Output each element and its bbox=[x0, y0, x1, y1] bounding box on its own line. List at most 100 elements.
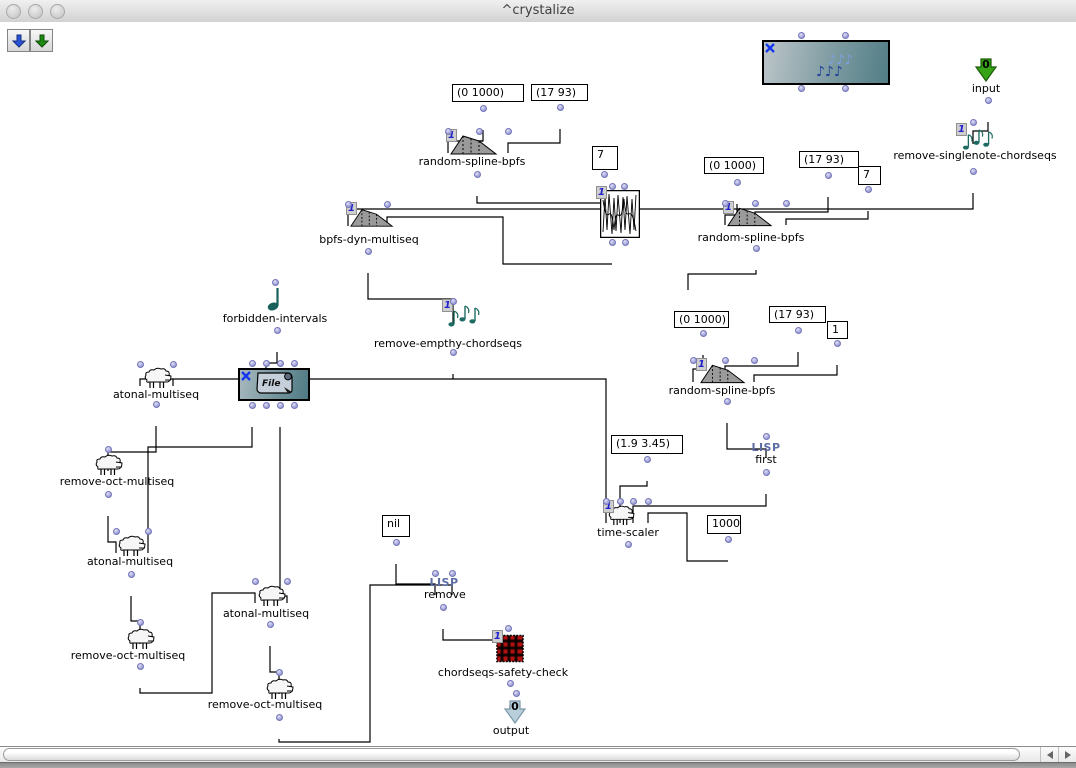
inlet-dot[interactable] bbox=[170, 361, 177, 368]
outlet-dot[interactable] bbox=[700, 330, 707, 337]
inlet-dot[interactable] bbox=[690, 357, 697, 364]
outlet-dot[interactable] bbox=[393, 539, 400, 546]
eval-count-badge[interactable]: 1 bbox=[696, 358, 707, 371]
outlet-dot[interactable] bbox=[834, 340, 841, 347]
scroll-left-button[interactable] bbox=[1040, 747, 1059, 762]
node-remove-oct-multiseq-2[interactable] bbox=[126, 627, 155, 650]
node-random-spline-bpfs-1[interactable] bbox=[450, 133, 498, 155]
outlet-dot[interactable] bbox=[622, 239, 629, 246]
value-box[interactable]: 7 bbox=[858, 166, 881, 185]
inlet-dot[interactable] bbox=[617, 498, 624, 505]
outlet-dot[interactable] bbox=[267, 621, 274, 628]
patch-cord[interactable] bbox=[633, 494, 766, 523]
inlet-dot[interactable] bbox=[252, 578, 259, 585]
node-lisp-first[interactable]: LISP first bbox=[746, 442, 786, 466]
outlet-dot[interactable] bbox=[274, 327, 281, 334]
value-box[interactable]: (17 93) bbox=[799, 151, 859, 168]
scrollbar-thumb[interactable] bbox=[3, 748, 1020, 761]
outlet-dot[interactable] bbox=[263, 402, 270, 409]
node-remove-oct-multiseq-3[interactable] bbox=[265, 677, 294, 700]
inlet-dot[interactable] bbox=[783, 200, 790, 207]
inlet-dot[interactable] bbox=[722, 200, 729, 207]
value-box[interactable]: (17 93) bbox=[531, 84, 588, 101]
outlet-dot[interactable] bbox=[842, 85, 849, 92]
outlet-dot[interactable] bbox=[825, 172, 832, 179]
inlet-dot[interactable] bbox=[505, 625, 512, 632]
node-atonal-multiseq-1[interactable] bbox=[143, 366, 172, 389]
inlet-dot[interactable] bbox=[630, 498, 637, 505]
inlet-dot[interactable] bbox=[291, 360, 298, 367]
inlet-dot[interactable] bbox=[722, 357, 729, 364]
inlet-dot[interactable] bbox=[432, 570, 439, 577]
eval-count-badge[interactable]: 1 bbox=[956, 123, 967, 136]
patch-cord[interactable] bbox=[108, 516, 116, 553]
value-box[interactable]: (0 1000) bbox=[704, 157, 764, 174]
patch-cord[interactable] bbox=[688, 270, 756, 290]
inlet-dot[interactable] bbox=[263, 360, 270, 367]
outlet-dot[interactable] bbox=[798, 85, 805, 92]
value-box[interactable]: (1.9 3.45) bbox=[611, 435, 683, 454]
inlet-dot[interactable] bbox=[113, 528, 120, 535]
outlet-dot[interactable] bbox=[609, 239, 616, 246]
patch-cord[interactable] bbox=[280, 427, 287, 603]
eval-count-badge[interactable]: 1 bbox=[596, 186, 607, 199]
scroll-right-button[interactable] bbox=[1058, 747, 1076, 762]
outlet-dot[interactable] bbox=[365, 248, 372, 255]
value-box[interactable]: (17 93) bbox=[769, 306, 826, 323]
outlet-dot[interactable] bbox=[153, 401, 160, 408]
node-atonal-multiseq-2[interactable] bbox=[117, 534, 146, 557]
outlet-dot[interactable] bbox=[480, 105, 487, 112]
value-box[interactable]: nil bbox=[382, 515, 410, 537]
patch-cord[interactable] bbox=[148, 427, 252, 553]
inlet-dot[interactable] bbox=[751, 357, 758, 364]
inlet-dot[interactable] bbox=[476, 128, 483, 135]
inlet-dot[interactable] bbox=[449, 570, 456, 577]
outlet-dot[interactable] bbox=[601, 171, 608, 178]
patch-cord[interactable] bbox=[508, 129, 560, 153]
outlet-dot[interactable] bbox=[440, 604, 447, 611]
value-box[interactable]: 1000 bbox=[707, 515, 741, 534]
inlet-dot[interactable] bbox=[645, 498, 652, 505]
outlet-dot[interactable] bbox=[137, 663, 144, 670]
inlet-dot[interactable] bbox=[277, 360, 284, 367]
outlet-dot[interactable] bbox=[128, 571, 135, 578]
outlet-dot[interactable] bbox=[557, 104, 564, 111]
eval-count-badge[interactable]: 1 bbox=[492, 630, 503, 643]
node-patch-file-box[interactable]: File bbox=[238, 368, 310, 401]
outlet-dot[interactable] bbox=[753, 245, 760, 252]
patch-cord[interactable] bbox=[348, 193, 973, 226]
inlet-dot[interactable] bbox=[445, 128, 452, 135]
inlet-dot[interactable] bbox=[249, 360, 256, 367]
outlet-dot[interactable] bbox=[734, 179, 741, 186]
inlet-dot[interactable] bbox=[621, 183, 628, 190]
outlet-dot[interactable] bbox=[795, 327, 802, 334]
outlet-dot[interactable] bbox=[625, 541, 632, 548]
titlebar[interactable]: ^crystalize bbox=[0, 0, 1076, 23]
outlet-dot[interactable] bbox=[276, 714, 283, 721]
inlet-dot[interactable] bbox=[798, 32, 805, 39]
inlet-dot[interactable] bbox=[609, 183, 616, 190]
outlet-dot[interactable] bbox=[644, 456, 651, 463]
outlet-dot[interactable] bbox=[450, 349, 457, 356]
outlet-dot[interactable] bbox=[249, 402, 256, 409]
node-forbidden-intervals[interactable] bbox=[266, 286, 284, 311]
inlet-dot[interactable] bbox=[272, 279, 279, 286]
toolbar-button-blue-arrow[interactable] bbox=[7, 29, 30, 52]
inlet-dot[interactable] bbox=[276, 669, 283, 676]
outlet-dot[interactable] bbox=[763, 469, 770, 476]
patch-cord[interactable] bbox=[754, 365, 837, 382]
outlet-dot[interactable] bbox=[105, 491, 112, 498]
outlet-dot[interactable] bbox=[277, 402, 284, 409]
patch-cord[interactable] bbox=[453, 374, 606, 523]
node-output[interactable]: 0 bbox=[504, 700, 526, 724]
value-box[interactable]: 7 bbox=[592, 146, 618, 170]
patch-cord[interactable] bbox=[786, 211, 868, 225]
node-remove-oct-multiseq-1[interactable] bbox=[94, 453, 123, 476]
outlet-dot[interactable] bbox=[291, 402, 298, 409]
toolbar-button-green-arrow[interactable] bbox=[30, 29, 53, 52]
outlet-dot[interactable] bbox=[724, 398, 731, 405]
outlet-dot[interactable] bbox=[865, 186, 872, 193]
node-lisp-remove[interactable]: LISP remove bbox=[424, 577, 464, 601]
node-maquette-box[interactable]: ♪♪♪ ♪♪♪ bbox=[762, 40, 890, 85]
value-box[interactable]: (0 1000) bbox=[452, 84, 524, 102]
